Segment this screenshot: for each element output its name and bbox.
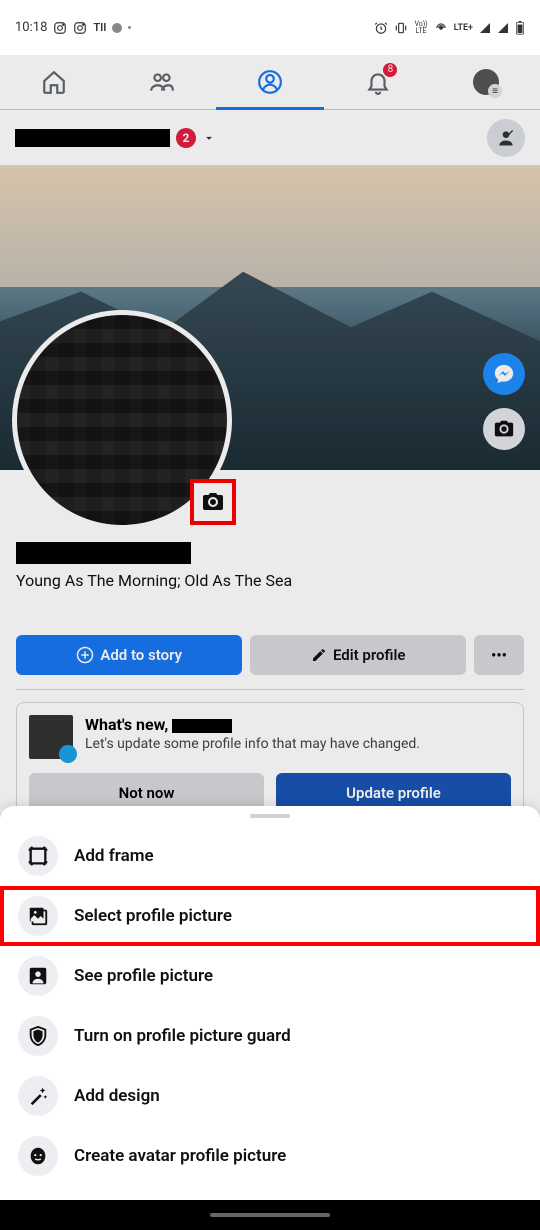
edit-profile-label: Edit profile — [333, 646, 405, 664]
avatar-face-icon — [18, 1136, 58, 1176]
sheet-option-add-frame[interactable]: Add frame — [0, 826, 540, 886]
shield-icon — [18, 1016, 58, 1056]
add-to-story-button[interactable]: Add to story — [16, 635, 242, 675]
person-square-icon — [18, 956, 58, 996]
sheet-option-guard[interactable]: Turn on profile picture guard — [0, 1006, 540, 1066]
tab-menu[interactable] — [432, 55, 540, 109]
app-indicator: TII — [93, 21, 106, 34]
avatar-icon — [473, 69, 499, 95]
clock-text: 10:18 — [15, 20, 47, 35]
edit-profile-button[interactable]: Edit profile — [250, 635, 466, 675]
top-nav: 8 — [0, 55, 540, 110]
small-dot-icon — [128, 26, 131, 29]
notification-badge: 8 — [383, 63, 397, 77]
dot-icon — [112, 23, 122, 33]
tab-notifications[interactable]: 8 — [324, 55, 432, 109]
more-button[interactable]: ••• — [474, 635, 524, 675]
messenger-fab[interactable] — [483, 353, 525, 395]
more-icon: ••• — [491, 646, 507, 664]
wand-icon — [18, 1076, 58, 1116]
sheet-option-label: Select profile picture — [74, 906, 232, 926]
android-gesture-bar[interactable] — [0, 1200, 540, 1230]
profile-camera-button[interactable] — [190, 479, 236, 525]
signal-icon — [497, 22, 509, 34]
profile-name-redacted — [15, 125, 170, 150]
instagram-icon — [73, 21, 87, 35]
profile-count-badge: 2 — [176, 128, 196, 148]
profile-display-name — [16, 540, 524, 565]
sheet-option-label: Create avatar profile picture — [74, 1146, 286, 1166]
tab-profile[interactable] — [216, 55, 324, 109]
card-subtitle: Let's update some profile info that may … — [85, 736, 420, 752]
sheet-option-create-avatar[interactable]: Create avatar profile picture — [0, 1126, 540, 1186]
cover-photo[interactable] — [0, 165, 540, 470]
account-settings-button[interactable] — [487, 119, 525, 157]
alarm-icon — [374, 21, 388, 35]
cover-camera-button[interactable] — [483, 408, 525, 450]
card-thumbnail — [29, 715, 73, 759]
sheet-option-see-picture[interactable]: See profile picture — [0, 946, 540, 1006]
battery-icon — [515, 21, 525, 35]
instagram-icon — [53, 21, 67, 35]
add-to-story-label: Add to story — [100, 646, 182, 664]
sheet-option-add-design[interactable]: Add design — [0, 1066, 540, 1126]
profile-bio: Young As The Morning; Old As The Sea — [16, 571, 524, 590]
frame-icon — [18, 836, 58, 876]
volte-icon: Vo))LTE — [414, 21, 427, 35]
sheet-option-select-picture[interactable]: Select profile picture — [0, 886, 540, 946]
sheet-handle[interactable] — [250, 814, 290, 818]
divider — [16, 689, 524, 690]
sheet-option-label: Add design — [74, 1086, 160, 1106]
profile-picture-actions-sheet: Add frame Select profile picture See pro… — [0, 806, 540, 1200]
picture-icon — [18, 896, 58, 936]
sheet-option-label: Add frame — [74, 846, 154, 866]
chevron-down-icon — [202, 131, 216, 145]
lte-plus-text: LTE+ — [454, 23, 473, 33]
sheet-option-label: Turn on profile picture guard — [74, 1026, 291, 1046]
tab-friends[interactable] — [108, 55, 216, 109]
signal-icon — [479, 22, 491, 34]
sheet-option-label: See profile picture — [74, 966, 213, 986]
vibrate-icon — [394, 21, 408, 35]
tab-home[interactable] — [0, 55, 108, 109]
hotspot-icon — [434, 21, 448, 35]
card-title: What's new, — [85, 715, 420, 734]
status-bar: 10:18 TII Vo))LTE LTE+ — [0, 0, 540, 55]
profile-switcher-bar[interactable]: 2 — [0, 110, 540, 165]
